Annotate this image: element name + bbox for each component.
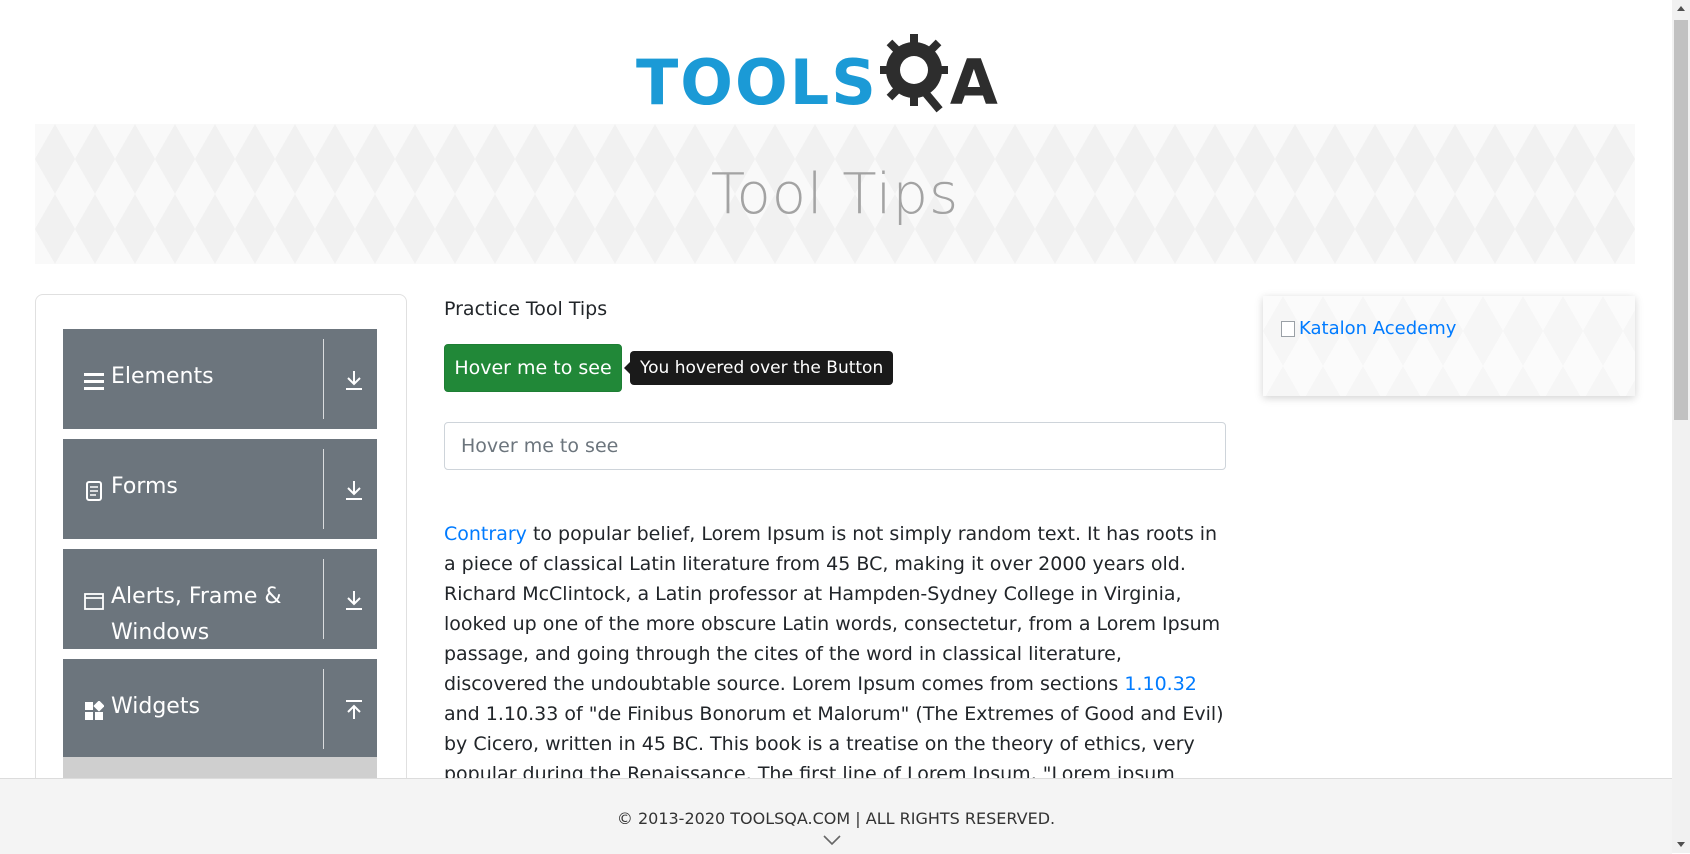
document-icon: [86, 481, 102, 501]
ad-card: Katalon Acedemy: [1263, 296, 1635, 396]
sidebar-group-label: Elements: [111, 364, 214, 389]
chevron-down-icon[interactable]: [822, 833, 842, 847]
download-arrow-icon[interactable]: [344, 589, 364, 611]
page-scrollbar[interactable]: [1672, 0, 1690, 853]
group-divider: [323, 449, 324, 529]
widgets-icon: [85, 701, 104, 720]
contrary-link[interactable]: Contrary: [444, 523, 527, 545]
katalon-ad-link[interactable]: Katalon Acedemy: [1281, 318, 1456, 339]
footer-copyright: © 2013-2020 TOOLSQA.COM | ALL RIGHTS RES…: [616, 809, 1056, 828]
practice-heading: Practice Tool Tips: [444, 298, 608, 320]
page-title: Tool Tips: [710, 161, 960, 227]
ad-alt-text: Katalon Acedemy: [1299, 318, 1457, 339]
scrollbar-thumb[interactable]: [1674, 20, 1688, 420]
sidebar-group-alerts-frame-windows[interactable]: Alerts, Frame & Windows: [63, 549, 377, 649]
download-arrow-icon[interactable]: [344, 369, 364, 391]
sidebar-group-label: Forms: [111, 474, 178, 499]
hover-button[interactable]: Hover me to see: [444, 344, 622, 392]
logo-qa-text: A: [949, 46, 1000, 119]
list-icon: [84, 373, 104, 390]
lorem-paragraph: Contrary to popular belief, Lorem Ipsum …: [444, 519, 1226, 819]
section-1-10-32-link[interactable]: 1.10.32: [1124, 673, 1197, 695]
site-header: TOOLS A: [0, 0, 1672, 124]
sidebar-group-label: Alerts, Frame & Windows: [111, 584, 282, 645]
scroll-down-arrow-icon[interactable]: [1672, 835, 1690, 853]
site-footer: © 2013-2020 TOOLSQA.COM | ALL RIGHTS RES…: [0, 778, 1672, 854]
sidebar-group-elements[interactable]: Elements: [63, 329, 377, 429]
sidebar-group-label: Widgets: [111, 694, 200, 719]
download-arrow-icon[interactable]: [344, 479, 364, 501]
sidebar: Elements Forms Alerts, Frame & Windows W…: [35, 294, 407, 816]
broken-image-icon: [1281, 320, 1295, 337]
paragraph-text-1: to popular belief, Lorem Ipsum is not si…: [444, 523, 1221, 695]
group-divider: [323, 339, 324, 419]
sidebar-group-forms[interactable]: Forms: [63, 439, 377, 539]
gear-magnifier-icon: [879, 34, 948, 113]
upload-arrow-icon[interactable]: [344, 699, 364, 721]
logo-tools-text: TOOLS: [636, 46, 878, 119]
tooltip: You hovered over the Button: [623, 351, 894, 385]
scroll-up-arrow-icon[interactable]: [1672, 0, 1690, 18]
group-divider: [323, 669, 324, 749]
window-icon: [84, 593, 104, 610]
group-divider: [323, 559, 324, 639]
toolsqa-logo[interactable]: TOOLS A: [636, 18, 1000, 114]
sidebar-group-widgets[interactable]: Widgets: [63, 659, 377, 759]
hover-input-field[interactable]: [444, 422, 1226, 470]
page-banner: Tool Tips: [35, 124, 1635, 264]
